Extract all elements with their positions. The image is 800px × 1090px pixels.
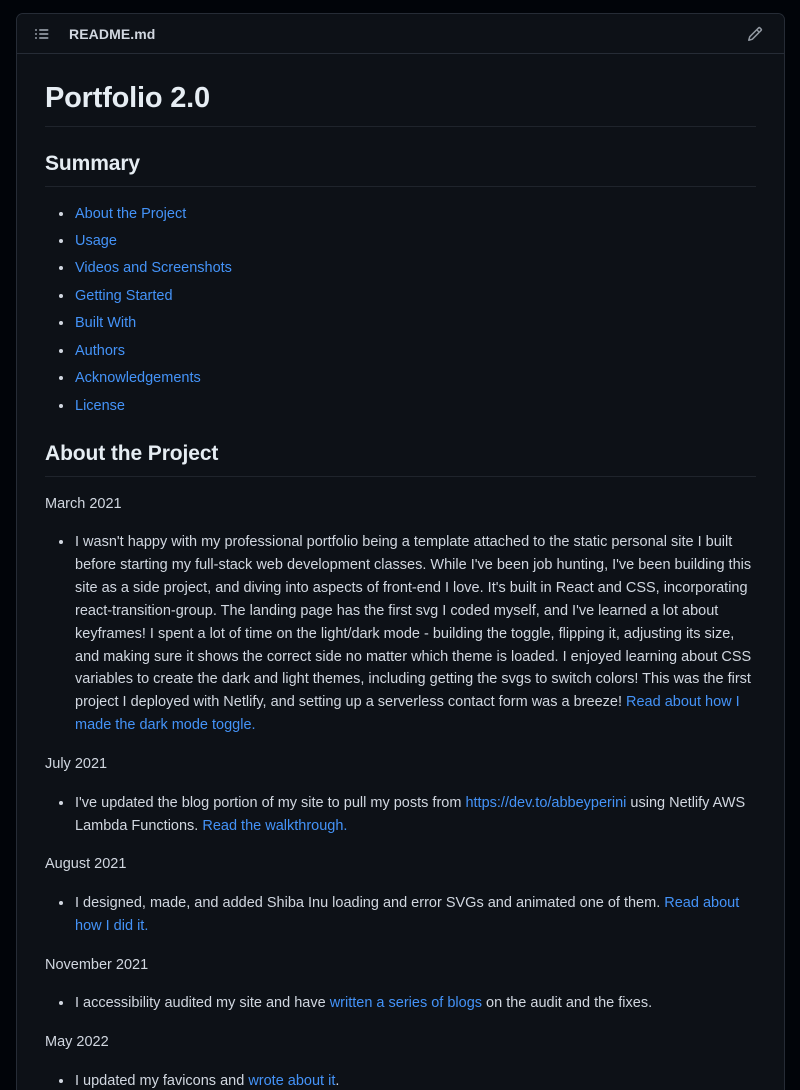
- date-label-march-2021: March 2021: [45, 495, 122, 512]
- list-unordered-icon[interactable]: [29, 21, 55, 47]
- pencil-edit-icon[interactable]: [742, 21, 768, 47]
- date-label-november-2021: November 2021: [45, 956, 149, 973]
- date-label-august-2021: August 2021: [45, 856, 127, 873]
- entry-text: I wasn't happy with my professional port…: [75, 533, 752, 711]
- heading-summary: Summary: [45, 151, 756, 187]
- entry-text-after: on the audit and the fixes.: [482, 995, 653, 1012]
- list-item: Authors: [59, 340, 756, 362]
- readme-viewer-page: README.md Portfolio 2.0 Summary About th…: [0, 0, 800, 1090]
- readme-file-card: README.md Portfolio 2.0 Summary About th…: [16, 13, 785, 1090]
- toc-link-getting-started[interactable]: Getting Started: [75, 288, 173, 304]
- list-item: I updated my favicons and wrote about it…: [59, 1070, 756, 1090]
- list-item: I've updated the blog portion of my site…: [59, 792, 756, 838]
- list-item: Usage: [59, 230, 756, 252]
- toc-link-usage[interactable]: Usage: [75, 233, 117, 249]
- about-entry-may-2022: I updated my favicons and wrote about it…: [45, 1070, 756, 1090]
- toc-link-acknowledgements[interactable]: Acknowledgements: [75, 370, 201, 386]
- list-item: Getting Started: [59, 285, 756, 307]
- list-item: About the Project: [59, 203, 756, 225]
- link-devto-profile[interactable]: https://dev.to/abbeyperini: [465, 795, 626, 811]
- toc-link-built-with[interactable]: Built With: [75, 315, 136, 331]
- table-of-contents: About the Project Usage Videos and Scree…: [45, 203, 756, 418]
- header-right-group: [742, 21, 768, 47]
- list-item: License: [59, 395, 756, 417]
- file-card-header: README.md: [17, 14, 784, 54]
- about-entry-november-2021: I accessibility audited my site and have…: [45, 992, 756, 1015]
- link-accessibility-blog-series[interactable]: written a series of blogs: [330, 995, 482, 1011]
- about-entry-july-2021: I've updated the blog portion of my site…: [45, 792, 756, 838]
- file-name-label: README.md: [69, 25, 156, 42]
- list-item: I accessibility audited my site and have…: [59, 992, 756, 1015]
- toc-link-license[interactable]: License: [75, 398, 125, 414]
- list-item: I designed, made, and added Shiba Inu lo…: [59, 892, 756, 938]
- heading-about-the-project: About the Project: [45, 441, 756, 477]
- toc-link-about-the-project[interactable]: About the Project: [75, 206, 186, 222]
- toc-link-authors[interactable]: Authors: [75, 343, 125, 359]
- entry-text: I designed, made, and added Shiba Inu lo…: [75, 894, 665, 911]
- entry-text-after: .: [335, 1072, 340, 1089]
- list-item: I wasn't happy with my professional port…: [59, 531, 756, 737]
- list-item: Acknowledgements: [59, 367, 756, 389]
- list-item: Built With: [59, 312, 756, 334]
- list-item: Videos and Screenshots: [59, 257, 756, 279]
- entry-text: I updated my favicons and: [75, 1072, 249, 1089]
- about-entry-august-2021: I designed, made, and added Shiba Inu lo…: [45, 892, 756, 938]
- link-favicons-article[interactable]: wrote about it: [248, 1073, 335, 1089]
- header-left-group: README.md: [29, 21, 742, 47]
- date-label-july-2021: July 2021: [45, 756, 108, 773]
- page-title: Portfolio 2.0: [45, 80, 756, 128]
- date-label-may-2022: May 2022: [45, 1034, 109, 1051]
- toc-link-videos-and-screenshots[interactable]: Videos and Screenshots: [75, 260, 232, 276]
- entry-text: I've updated the blog portion of my site…: [75, 794, 466, 811]
- markdown-body: Portfolio 2.0 Summary About the Project …: [17, 54, 784, 1090]
- about-entry-march-2021: I wasn't happy with my professional port…: [45, 531, 756, 737]
- entry-text: I accessibility audited my site and have: [75, 995, 330, 1012]
- link-walkthrough-article[interactable]: Read the walkthrough.: [202, 818, 347, 834]
